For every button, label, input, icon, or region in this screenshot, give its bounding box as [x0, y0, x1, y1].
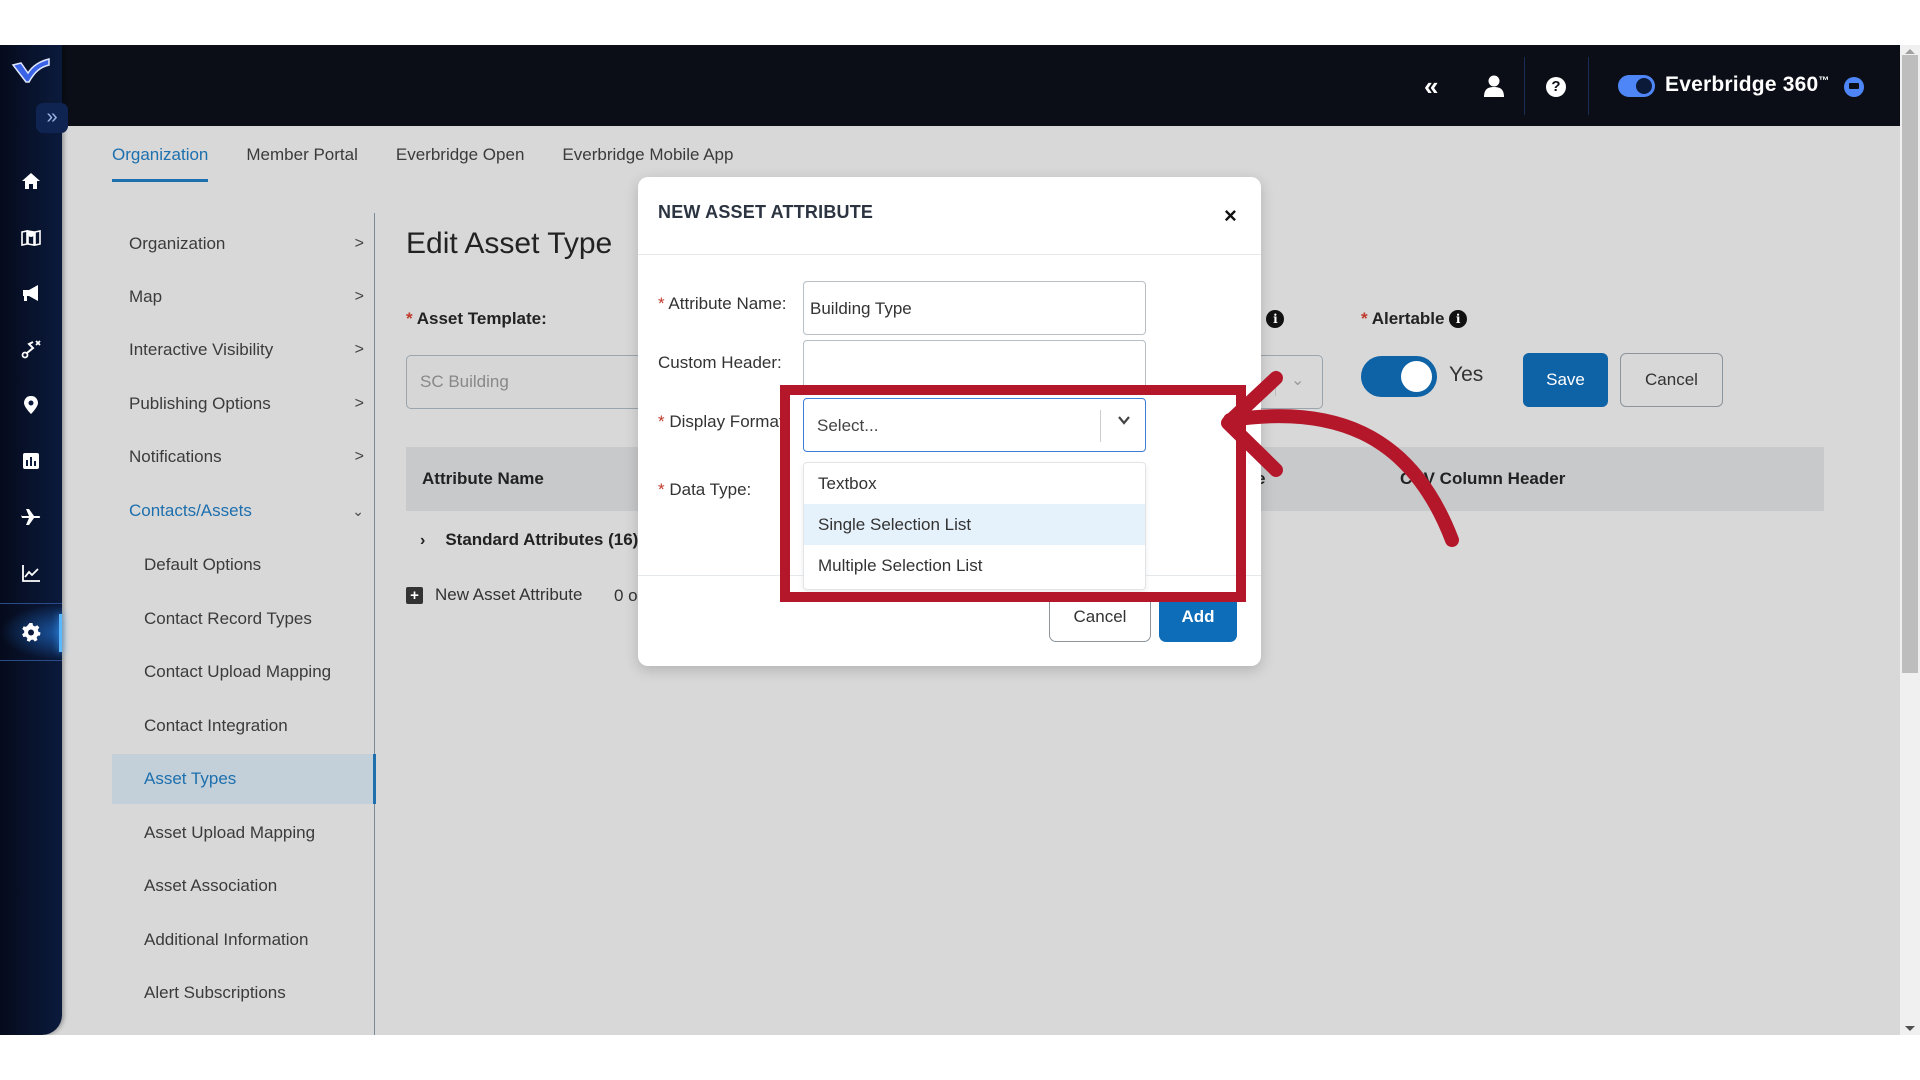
rail-notifications[interactable] — [0, 273, 62, 313]
column-csv-header: CSV Column Header — [1400, 469, 1566, 488]
nav-contact-integration[interactable]: Contact Integration — [112, 701, 374, 751]
data-type-label: * Data Type: — [658, 480, 752, 499]
close-icon[interactable]: × — [1224, 203, 1237, 229]
nav-contacts-assets[interactable]: Contacts/Assets ⌄ — [112, 486, 374, 536]
new-asset-attribute-button[interactable]: + New Asset Attribute — [406, 585, 582, 605]
icon-rail — [0, 45, 62, 1035]
home-icon — [22, 173, 40, 189]
help-icon[interactable]: ? — [1546, 77, 1566, 97]
custom-header-label: Custom Header: — [658, 353, 782, 372]
tab-organization[interactable]: Organization — [112, 145, 209, 182]
chevron-down-icon — [1118, 416, 1130, 425]
brand-title: Everbridge 360™ — [1665, 73, 1830, 96]
nav-map[interactable]: Map > — [112, 272, 374, 322]
rail-settings[interactable] — [0, 603, 62, 661]
count-text: 0 o — [614, 586, 638, 605]
top-header: « ? Everbridge 360™ — [0, 45, 1900, 126]
scroll-down-arrow-icon[interactable] — [1905, 1026, 1915, 1031]
display-format-placeholder: Select... — [817, 416, 879, 435]
modal-title: NEW ASSET ATTRIBUTE — [658, 202, 874, 222]
display-format-select[interactable]: Select... — [803, 398, 1146, 452]
info-icon[interactable]: i — [1266, 310, 1285, 328]
alertable-toggle[interactable] — [1361, 356, 1437, 397]
chat-icon[interactable] — [1844, 77, 1864, 97]
info-icon[interactable]: i — [1449, 310, 1468, 328]
everbridge-logo-icon — [11, 58, 50, 83]
nav-asset-types[interactable]: Asset Types — [112, 754, 376, 804]
page-scrollbar[interactable] — [1900, 45, 1920, 1035]
option-multiple-selection-list[interactable]: Multiple Selection List — [804, 545, 1145, 586]
new-asset-attribute-modal: NEW ASSET ATTRIBUTE × * Attribute Name: … — [638, 177, 1261, 666]
chevron-right-icon: > — [354, 395, 364, 412]
rail-analytics[interactable] — [0, 553, 62, 593]
nav-contact-upload-mapping[interactable]: Contact Upload Mapping — [112, 647, 374, 697]
rail-map[interactable] — [0, 217, 62, 257]
nav-publishing-options[interactable]: Publishing Options > — [112, 379, 374, 429]
chevron-right-icon: > — [354, 341, 364, 358]
header-divider — [1588, 57, 1589, 115]
cancel-button[interactable]: Cancel — [1620, 353, 1723, 407]
nav-alert-subscriptions[interactable]: Alert Subscriptions — [112, 968, 374, 1018]
modal-add-button[interactable]: Add — [1159, 592, 1237, 642]
alertable-label: * Alertable i — [1361, 309, 1468, 329]
chevron-right-icon: > — [354, 448, 364, 465]
rail-incidents[interactable] — [0, 329, 62, 369]
rail-home[interactable] — [0, 161, 62, 201]
option-textbox[interactable]: Textbox — [804, 463, 1145, 504]
megaphone-icon — [23, 285, 38, 301]
attribute-name-input[interactable]: Building Type — [803, 281, 1146, 335]
standard-attributes-row[interactable]: › Standard Attributes (16) — [420, 530, 638, 550]
chevron-right-icon: › — [420, 532, 426, 549]
chevron-right-icon: > — [354, 235, 364, 252]
rail-reports[interactable] — [0, 441, 62, 481]
rail-travel[interactable] — [0, 497, 62, 537]
attribute-name-label: * Attribute Name: — [658, 294, 787, 313]
user-icon[interactable] — [1484, 75, 1504, 97]
display-format-label: * Display Format: — [658, 412, 789, 431]
bottom-band — [0, 1035, 1920, 1080]
nav-additional-information[interactable]: Additional Information — [112, 915, 374, 965]
route-icon — [21, 340, 41, 359]
plus-icon: + — [406, 586, 423, 604]
chevron-down-icon: ⌄ — [352, 502, 364, 519]
expand-rail-button[interactable]: » — [36, 103, 68, 133]
map-icon — [21, 230, 41, 246]
asset-template-label: * Asset Template: — [406, 309, 547, 328]
chevron-right-icon: > — [354, 288, 364, 305]
scroll-up-arrow-icon[interactable] — [1905, 49, 1915, 54]
scroll-thumb[interactable] — [1902, 55, 1918, 673]
alertable-value: Yes — [1449, 363, 1484, 386]
nav-asset-association[interactable]: Asset Association — [112, 861, 374, 911]
chevron-down-icon: ⌄ — [1291, 372, 1305, 389]
custom-header-input[interactable] — [803, 340, 1146, 394]
option-single-selection-list[interactable]: Single Selection List — [804, 504, 1145, 545]
save-button[interactable]: Save — [1523, 353, 1608, 407]
location-pin-icon — [24, 396, 38, 414]
tab-everbridge-open[interactable]: Everbridge Open — [396, 145, 525, 182]
chart-line-icon — [22, 565, 40, 582]
settings-nav: Organization > Map > Interactive Visibilit… — [112, 213, 376, 1035]
airplane-icon — [21, 509, 41, 525]
select-divider — [1100, 410, 1101, 442]
gear-icon — [22, 623, 41, 642]
report-icon — [23, 453, 39, 469]
app-frame: « ? Everbridge 360™ » Organization Membe… — [0, 45, 1920, 1035]
tab-member-portal[interactable]: Member Portal — [246, 145, 357, 182]
rail-locations[interactable] — [0, 385, 62, 425]
nav-interactive-visibility[interactable]: Interactive Visibility > — [112, 325, 374, 375]
nav-asset-upload-mapping[interactable]: Asset Upload Mapping — [112, 808, 374, 858]
display-format-dropdown: Textbox Single Selection List Multiple S… — [803, 462, 1146, 590]
nav-default-options[interactable]: Default Options — [112, 540, 374, 590]
page-title: Edit Asset Type — [406, 227, 613, 260]
modal-cancel-button[interactable]: Cancel — [1049, 592, 1151, 642]
header-divider — [1524, 57, 1525, 115]
nav-notifications[interactable]: Notifications > — [112, 432, 374, 482]
everbridge-360-toggle[interactable] — [1618, 75, 1655, 97]
collapse-double-left-icon[interactable]: « — [1424, 71, 1438, 102]
nav-contact-record-types[interactable]: Contact Record Types — [112, 594, 374, 644]
column-attribute-name: Attribute Name — [422, 469, 544, 488]
nav-organization[interactable]: Organization > — [112, 219, 374, 269]
modal-header-divider — [638, 254, 1261, 255]
asset-template-input: SC Building — [406, 355, 666, 409]
